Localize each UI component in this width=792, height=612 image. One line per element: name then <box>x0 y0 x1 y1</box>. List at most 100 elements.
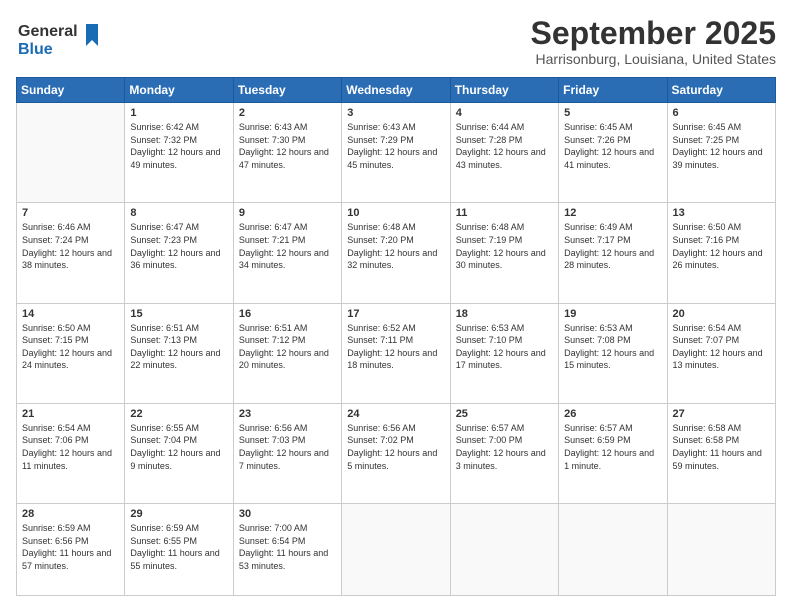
day-info: Sunrise: 6:48 AMSunset: 7:20 PMDaylight:… <box>347 221 444 271</box>
day-info: Sunrise: 6:48 AMSunset: 7:19 PMDaylight:… <box>456 221 553 271</box>
day-info: Sunrise: 6:45 AMSunset: 7:26 PMDaylight:… <box>564 121 661 171</box>
calendar-cell: 25 Sunrise: 6:57 AMSunset: 7:00 PMDayligh… <box>450 403 558 503</box>
day-number: 21 <box>22 408 119 420</box>
day-info: Sunrise: 6:54 AMSunset: 7:06 PMDaylight:… <box>22 422 119 472</box>
weekday-header-sunday: Sunday <box>17 78 125 103</box>
calendar-cell: 27 Sunrise: 6:58 AMSunset: 6:58 PMDayligh… <box>667 403 775 503</box>
day-info: Sunrise: 6:51 AMSunset: 7:13 PMDaylight:… <box>130 322 227 372</box>
day-number: 3 <box>347 107 444 119</box>
calendar-cell: 16Sunrise: 6:51 AMSunset: 7:12 PMDayligh… <box>233 303 341 403</box>
day-number: 29 <box>130 508 227 520</box>
svg-text:Blue: Blue <box>18 41 53 58</box>
day-info: Sunrise: 6:54 AMSunset: 7:07 PMDaylight:… <box>673 322 770 372</box>
day-number: 20 <box>673 308 770 320</box>
day-info: Sunrise: 6:57 AMSunset: 7:00 PMDaylight:… <box>456 422 553 472</box>
day-number: 1 <box>130 107 227 119</box>
day-info: Sunrise: 6:58 AMSunset: 6:58 PMDaylight:… <box>673 422 770 472</box>
day-number: 26 <box>564 408 661 420</box>
day-info: Sunrise: 6:44 AMSunset: 7:28 PMDaylight:… <box>456 121 553 171</box>
calendar-week-row: 21 Sunrise: 6:54 AMSunset: 7:06 PMDayligh… <box>17 403 776 503</box>
calendar-cell: 29 Sunrise: 6:59 AMSunset: 6:55 PMDayligh… <box>125 504 233 596</box>
day-number: 25 <box>456 408 553 420</box>
calendar-cell <box>667 504 775 596</box>
calendar-cell: 1 Sunrise: 6:42 AMSunset: 7:32 PMDaylight… <box>125 103 233 203</box>
day-info: Sunrise: 6:43 AMSunset: 7:30 PMDaylight:… <box>239 121 336 171</box>
day-info: Sunrise: 6:55 AMSunset: 7:04 PMDaylight:… <box>130 422 227 472</box>
day-info: Sunrise: 6:43 AMSunset: 7:29 PMDaylight:… <box>347 121 444 171</box>
day-number: 5 <box>564 107 661 119</box>
calendar-cell: 21 Sunrise: 6:54 AMSunset: 7:06 PMDayligh… <box>17 403 125 503</box>
day-number: 24 <box>347 408 444 420</box>
weekday-header-wednesday: Wednesday <box>342 78 450 103</box>
header: General Blue September 2025 Harrisonburg… <box>16 16 776 67</box>
day-number: 4 <box>456 107 553 119</box>
calendar-week-row: 7Sunrise: 6:46 AMSunset: 7:24 PMDaylight… <box>17 203 776 303</box>
day-info: Sunrise: 6:59 AMSunset: 6:55 PMDaylight:… <box>130 522 227 572</box>
weekday-header-friday: Friday <box>559 78 667 103</box>
day-info: Sunrise: 6:53 AMSunset: 7:10 PMDaylight:… <box>456 322 553 372</box>
day-number: 10 <box>347 207 444 219</box>
calendar-cell: 11 Sunrise: 6:48 AMSunset: 7:19 PMDayligh… <box>450 203 558 303</box>
day-info: Sunrise: 6:45 AMSunset: 7:25 PMDaylight:… <box>673 121 770 171</box>
calendar-cell: 10 Sunrise: 6:48 AMSunset: 7:20 PMDayligh… <box>342 203 450 303</box>
calendar-cell: 13 Sunrise: 6:50 AMSunset: 7:16 PMDayligh… <box>667 203 775 303</box>
logo-block: General Blue <box>16 16 106 65</box>
calendar-cell: 12Sunrise: 6:49 AMSunset: 7:17 PMDayligh… <box>559 203 667 303</box>
calendar-week-row: 14Sunrise: 6:50 AMSunset: 7:15 PMDayligh… <box>17 303 776 403</box>
calendar-cell: 28 Sunrise: 6:59 AMSunset: 6:56 PMDayligh… <box>17 504 125 596</box>
day-number: 15 <box>130 308 227 320</box>
day-number: 28 <box>22 508 119 520</box>
calendar-cell: 26 Sunrise: 6:57 AMSunset: 6:59 PMDayligh… <box>559 403 667 503</box>
day-info: Sunrise: 6:53 AMSunset: 7:08 PMDaylight:… <box>564 322 661 372</box>
day-info: Sunrise: 6:56 AMSunset: 7:03 PMDaylight:… <box>239 422 336 472</box>
logo: General Blue <box>16 16 106 65</box>
calendar-week-row: 28 Sunrise: 6:59 AMSunset: 6:56 PMDayligh… <box>17 504 776 596</box>
calendar-cell: 24Sunrise: 6:56 AMSunset: 7:02 PMDayligh… <box>342 403 450 503</box>
day-info: Sunrise: 6:51 AMSunset: 7:12 PMDaylight:… <box>239 322 336 372</box>
day-number: 8 <box>130 207 227 219</box>
weekday-header-row: SundayMondayTuesdayWednesdayThursdayFrid… <box>17 78 776 103</box>
weekday-header-monday: Monday <box>125 78 233 103</box>
day-number: 6 <box>673 107 770 119</box>
calendar-cell: 30Sunrise: 7:00 AMSunset: 6:54 PMDayligh… <box>233 504 341 596</box>
day-info: Sunrise: 6:52 AMSunset: 7:11 PMDaylight:… <box>347 322 444 372</box>
day-number: 23 <box>239 408 336 420</box>
day-number: 14 <box>22 308 119 320</box>
day-info: Sunrise: 6:50 AMSunset: 7:16 PMDaylight:… <box>673 221 770 271</box>
page: General Blue September 2025 Harrisonburg… <box>0 0 792 612</box>
day-number: 27 <box>673 408 770 420</box>
calendar-cell: 19Sunrise: 6:53 AMSunset: 7:08 PMDayligh… <box>559 303 667 403</box>
calendar-cell: 18 Sunrise: 6:53 AMSunset: 7:10 PMDayligh… <box>450 303 558 403</box>
calendar-cell: 9 Sunrise: 6:47 AMSunset: 7:21 PMDaylight… <box>233 203 341 303</box>
calendar-cell: 14Sunrise: 6:50 AMSunset: 7:15 PMDayligh… <box>17 303 125 403</box>
location-title: Harrisonburg, Louisiana, United States <box>531 51 776 67</box>
calendar-week-row: 1 Sunrise: 6:42 AMSunset: 7:32 PMDaylight… <box>17 103 776 203</box>
day-number: 18 <box>456 308 553 320</box>
day-number: 9 <box>239 207 336 219</box>
calendar-cell <box>450 504 558 596</box>
calendar-table: SundayMondayTuesdayWednesdayThursdayFrid… <box>16 77 776 596</box>
day-info: Sunrise: 6:42 AMSunset: 7:32 PMDaylight:… <box>130 121 227 171</box>
day-info: Sunrise: 6:46 AMSunset: 7:24 PMDaylight:… <box>22 221 119 271</box>
day-info: Sunrise: 7:00 AMSunset: 6:54 PMDaylight:… <box>239 522 336 572</box>
day-info: Sunrise: 6:59 AMSunset: 6:56 PMDaylight:… <box>22 522 119 572</box>
logo-icon: General Blue <box>16 16 106 60</box>
day-number: 11 <box>456 207 553 219</box>
calendar-cell: 17 Sunrise: 6:52 AMSunset: 7:11 PMDayligh… <box>342 303 450 403</box>
calendar-cell: 2 Sunrise: 6:43 AMSunset: 7:30 PMDaylight… <box>233 103 341 203</box>
day-number: 2 <box>239 107 336 119</box>
month-title: September 2025 <box>531 16 776 51</box>
calendar-cell: 6 Sunrise: 6:45 AMSunset: 7:25 PMDaylight… <box>667 103 775 203</box>
calendar-cell: 3 Sunrise: 6:43 AMSunset: 7:29 PMDaylight… <box>342 103 450 203</box>
day-info: Sunrise: 6:47 AMSunset: 7:21 PMDaylight:… <box>239 221 336 271</box>
day-number: 12 <box>564 207 661 219</box>
weekday-header-thursday: Thursday <box>450 78 558 103</box>
day-number: 13 <box>673 207 770 219</box>
day-info: Sunrise: 6:57 AMSunset: 6:59 PMDaylight:… <box>564 422 661 472</box>
calendar-cell <box>342 504 450 596</box>
calendar-cell: 5 Sunrise: 6:45 AMSunset: 7:26 PMDaylight… <box>559 103 667 203</box>
calendar-cell: 23 Sunrise: 6:56 AMSunset: 7:03 PMDayligh… <box>233 403 341 503</box>
day-number: 17 <box>347 308 444 320</box>
calendar-cell: 22Sunrise: 6:55 AMSunset: 7:04 PMDayligh… <box>125 403 233 503</box>
calendar-cell: 15 Sunrise: 6:51 AMSunset: 7:13 PMDayligh… <box>125 303 233 403</box>
